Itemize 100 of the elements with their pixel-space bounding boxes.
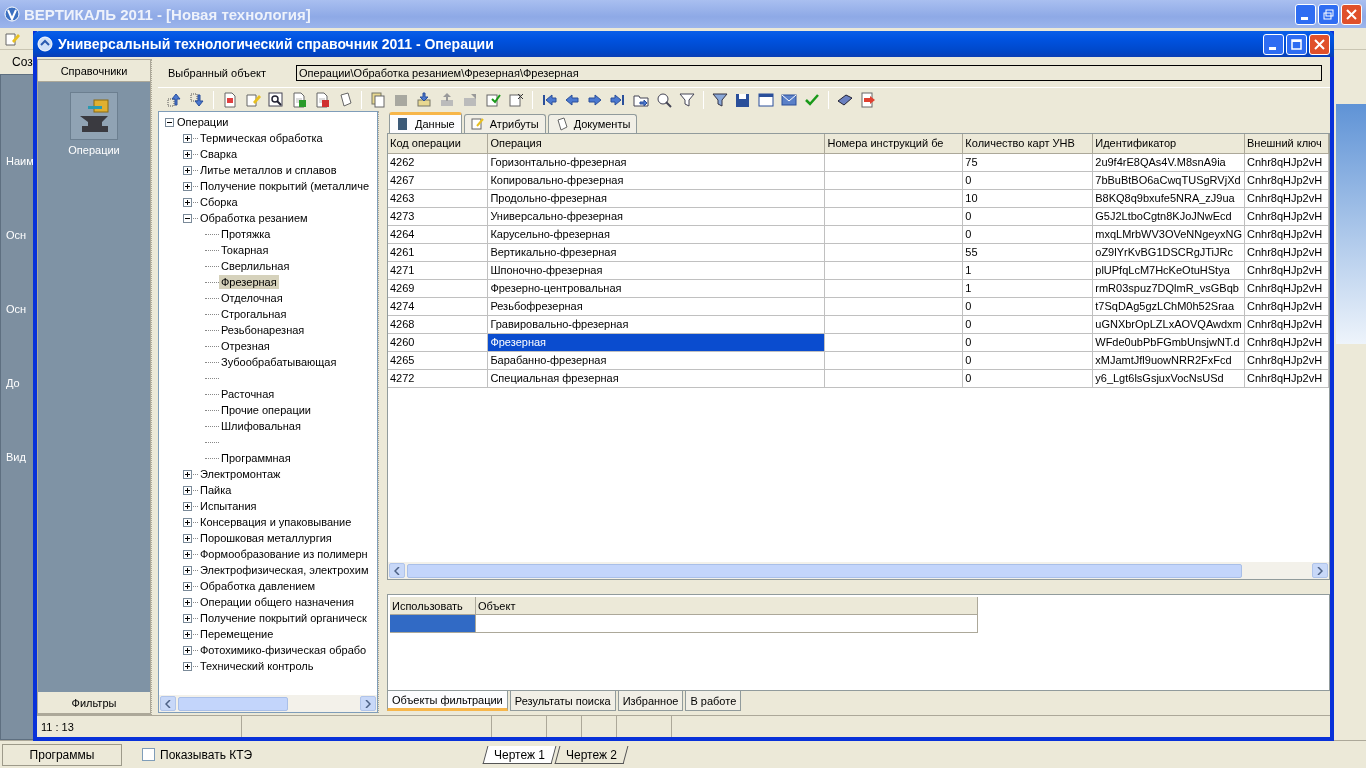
tree-item[interactable]: Прочие операции: [219, 403, 313, 417]
scrollbar-thumb[interactable]: [407, 563, 1242, 578]
expand-icon[interactable]: [183, 485, 192, 495]
tree-item[interactable]: Протяжка: [219, 227, 273, 241]
scroll-left-button[interactable]: [160, 696, 176, 711]
tree-item[interactable]: Программная: [219, 451, 293, 465]
list-delete-icon[interactable]: [508, 91, 524, 108]
scroll-left-button[interactable]: [389, 563, 405, 578]
column-header[interactable]: Идентификатор: [1092, 134, 1245, 153]
expand-icon[interactable]: [183, 645, 192, 655]
expand-icon[interactable]: [183, 197, 192, 207]
move-down-icon[interactable]: [189, 91, 205, 108]
section-header[interactable]: Фильтры: [38, 692, 150, 714]
tree-item[interactable]: Зубообрабатывающая: [219, 355, 339, 369]
tree-item[interactable]: Электромонтаж: [198, 467, 283, 481]
tree-item[interactable]: Формообразование из полимерн: [198, 547, 370, 561]
page-icon[interactable]: [337, 91, 353, 108]
previous-icon[interactable]: [564, 91, 580, 108]
tree-item[interactable]: Обработка давлением: [198, 579, 318, 593]
expand-icon[interactable]: [183, 597, 192, 607]
tree-item[interactable]: Электрофизическая, электрохим: [198, 563, 371, 577]
expand-icon[interactable]: [183, 501, 192, 511]
window-icon[interactable]: [758, 91, 774, 108]
checklist-icon[interactable]: [485, 91, 501, 108]
tree-item[interactable]: Литье металлов и сплавов: [198, 163, 339, 177]
tree-item[interactable]: Сборка: [198, 195, 240, 209]
expand-icon[interactable]: [183, 661, 192, 671]
exit-icon[interactable]: [860, 91, 876, 108]
delete-icon[interactable]: [314, 91, 330, 108]
tree-item[interactable]: Получение покрытий органическ: [198, 611, 369, 625]
tree-item[interactable]: Отделочная: [219, 291, 285, 305]
tree-item[interactable]: Перемещение: [198, 627, 276, 641]
tree-item[interactable]: Термическая обработка: [198, 131, 325, 145]
expand-icon[interactable]: [183, 629, 192, 639]
tree-item[interactable]: Испытания: [198, 499, 259, 513]
add-icon[interactable]: [291, 91, 307, 108]
tab[interactable]: Результаты поиска: [509, 691, 616, 711]
tree-item[interactable]: Пайка: [198, 483, 234, 497]
tab[interactable]: Атрибуты: [463, 114, 546, 133]
move-up-icon[interactable]: [166, 91, 182, 108]
restore-button[interactable]: [1318, 3, 1339, 25]
filter-icon[interactable]: [712, 91, 728, 108]
anvil-icon[interactable]: [70, 92, 118, 140]
tree-item[interactable]: Получение покрытий (металличе: [198, 179, 372, 193]
document-icon[interactable]: [222, 91, 238, 108]
tree-item[interactable]: Расточная: [219, 387, 277, 401]
filter-icon[interactable]: [679, 91, 695, 108]
tab[interactable]: Документы: [547, 114, 638, 133]
search-icon[interactable]: [268, 91, 284, 108]
tab[interactable]: В работе: [685, 691, 742, 711]
tab[interactable]: Данные: [389, 112, 462, 133]
tree-item[interactable]: Технический контроль: [198, 659, 316, 673]
column-header[interactable]: Номера инструкций бе: [824, 134, 963, 153]
tree-item[interactable]: Сварка: [198, 147, 240, 161]
tab[interactable]: Избранное: [617, 691, 684, 711]
column-header[interactable]: Количество карт УНВ: [962, 134, 1093, 153]
expand-icon[interactable]: [183, 533, 192, 543]
expand-icon[interactable]: [183, 613, 192, 623]
expand-icon[interactable]: [183, 581, 192, 591]
tree-item[interactable]: Порошковая металлургия: [198, 531, 334, 545]
collapse-icon[interactable]: [183, 213, 192, 223]
expand-icon[interactable]: [183, 549, 192, 559]
expand-icon[interactable]: [183, 133, 192, 143]
tree-item[interactable]: Операции: [175, 115, 231, 129]
expand-icon[interactable]: [183, 165, 192, 175]
expand-icon[interactable]: [183, 469, 192, 479]
sheet-tab[interactable]: Чертеж 2: [554, 745, 629, 764]
path-field[interactable]: Операции\Обработка резанием\Фрезерная\Фрезерная: [296, 65, 1322, 81]
tab[interactable]: Объекты фильтрации: [387, 691, 508, 711]
scrollbar-thumb[interactable]: [178, 696, 288, 711]
section-header[interactable]: Справочники: [38, 60, 150, 82]
close-button[interactable]: [1309, 33, 1330, 55]
checkbox[interactable]: [142, 748, 155, 761]
expand-icon[interactable]: [183, 181, 192, 191]
tree-item[interactable]: Консервация и упаковывание: [198, 515, 354, 529]
column-header[interactable]: Операция: [487, 134, 825, 153]
scroll-right-button[interactable]: [1312, 563, 1328, 578]
table-cell[interactable]: [390, 615, 476, 633]
tree-item[interactable]: Токарная: [219, 243, 271, 257]
column-header[interactable]: Код операции: [388, 134, 488, 153]
expand-icon[interactable]: [183, 149, 192, 159]
zoom-icon[interactable]: [656, 91, 672, 108]
last-icon[interactable]: [610, 91, 626, 108]
copy-icon[interactable]: [370, 91, 386, 108]
tree-item[interactable]: Фрезерная: [219, 275, 279, 289]
first-icon[interactable]: [541, 91, 557, 108]
import-icon[interactable]: [416, 91, 432, 108]
tree-item[interactable]: Фотохимико-физическая обрабо: [198, 643, 369, 657]
tree-item[interactable]: Обработка резанием: [198, 211, 310, 225]
expand-icon[interactable]: [183, 565, 192, 575]
close-button[interactable]: [1341, 3, 1362, 25]
expand-icon[interactable]: [183, 517, 192, 527]
tree-item[interactable]: Операции общего назначения: [198, 595, 356, 609]
tree-item[interactable]: Сверлильная: [219, 259, 292, 273]
sheet-tab[interactable]: Чертеж 1: [482, 745, 557, 764]
minimize-button[interactable]: [1295, 3, 1316, 25]
minimize-button[interactable]: [1263, 33, 1284, 55]
maximize-button[interactable]: [1286, 33, 1307, 55]
column-header[interactable]: Внешний ключ: [1244, 134, 1329, 153]
mail-icon[interactable]: [781, 91, 797, 108]
